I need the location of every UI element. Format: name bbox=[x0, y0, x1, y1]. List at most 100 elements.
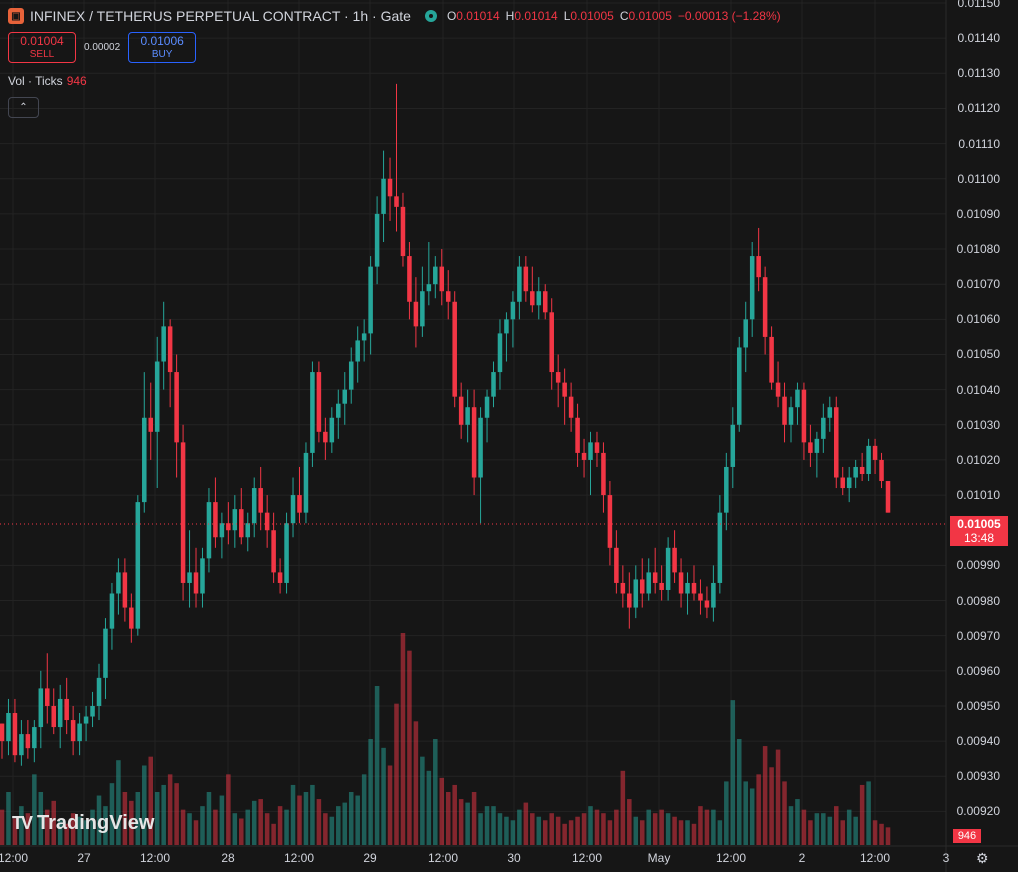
volume-bar bbox=[542, 820, 548, 845]
candle-body bbox=[109, 593, 115, 629]
volume-bar bbox=[601, 813, 606, 845]
candle-body bbox=[426, 284, 432, 292]
candle bbox=[581, 438, 587, 478]
candle-body bbox=[788, 407, 794, 425]
chevron-up-icon[interactable]: ⌃ bbox=[8, 97, 39, 118]
bar-countdown: 13:48 bbox=[963, 531, 995, 545]
volume-bar bbox=[711, 809, 716, 845]
chart-header: ▣ INFINEX / TETHERUS PERPETUAL CONTRACT … bbox=[8, 6, 781, 26]
candle bbox=[38, 670, 44, 749]
volume-bar bbox=[445, 792, 451, 845]
candle bbox=[284, 512, 289, 594]
candle bbox=[445, 270, 451, 320]
price-tick-label: 0.01150 bbox=[957, 0, 1001, 10]
candle-body bbox=[77, 723, 82, 742]
candle bbox=[148, 382, 154, 460]
candle bbox=[77, 713, 82, 756]
candle-body bbox=[277, 572, 283, 583]
price-tick-label: 0.01080 bbox=[956, 242, 1000, 257]
volume-bar bbox=[698, 806, 703, 845]
candle bbox=[426, 242, 432, 306]
candle-body bbox=[103, 628, 108, 678]
candle-body bbox=[484, 396, 490, 418]
candle-body bbox=[607, 495, 613, 548]
time-tick-label: 3 bbox=[942, 851, 950, 865]
candle-body bbox=[601, 452, 606, 496]
market-open-icon[interactable] bbox=[424, 10, 437, 22]
candle bbox=[549, 298, 554, 390]
candle bbox=[342, 372, 348, 425]
volume-bar bbox=[588, 806, 593, 845]
volume-bar bbox=[271, 823, 276, 845]
volume-bar bbox=[659, 809, 664, 845]
trade-panel: 0.01004 SELL 0.00002 0.01006 BUY bbox=[8, 32, 197, 63]
change-value: −0.00013 (−1.28%) bbox=[677, 9, 781, 23]
candle bbox=[736, 336, 742, 432]
candle-body bbox=[206, 502, 212, 559]
candle-body bbox=[853, 466, 858, 478]
buy-button[interactable]: 0.01006 BUY bbox=[128, 32, 197, 63]
price-tick-label: 0.00990 bbox=[956, 558, 1000, 573]
open-value: 0.01014 bbox=[456, 9, 500, 23]
candle-body bbox=[517, 266, 522, 302]
exchange-logo-icon[interactable]: ▣ bbox=[8, 8, 24, 24]
volume-bar bbox=[348, 792, 354, 845]
volume-bar bbox=[866, 781, 871, 845]
volume-bar bbox=[471, 792, 477, 845]
candle-body bbox=[303, 452, 309, 513]
candle-body bbox=[148, 417, 154, 432]
candle bbox=[808, 424, 813, 467]
time-tick-label: 30 bbox=[507, 851, 521, 865]
candle-body bbox=[154, 361, 160, 432]
volume-bar bbox=[665, 813, 671, 845]
candle bbox=[672, 530, 677, 583]
volume-bar bbox=[736, 739, 742, 845]
candle bbox=[795, 382, 800, 425]
candle-body bbox=[116, 572, 121, 594]
candle-body bbox=[724, 466, 729, 513]
volume-bar bbox=[491, 806, 496, 845]
candle-body bbox=[174, 372, 179, 443]
candle-body bbox=[433, 266, 438, 285]
candle bbox=[200, 547, 205, 608]
symbol-title[interactable]: INFINEX / TETHERUS PERPETUAL CONTRACT · … bbox=[30, 8, 411, 24]
volume-bar bbox=[620, 770, 626, 845]
candle-body bbox=[627, 593, 632, 608]
volume-legend[interactable]: Vol · Ticks 946 bbox=[8, 74, 87, 88]
tradingview-watermark[interactable]: TV TradingView bbox=[12, 812, 154, 835]
candle-body bbox=[491, 372, 496, 397]
sell-button[interactable]: 0.01004 SELL bbox=[8, 32, 76, 63]
volume-bar bbox=[504, 816, 509, 845]
candle-body bbox=[743, 319, 748, 348]
candle bbox=[25, 720, 31, 759]
candle-body bbox=[633, 579, 639, 608]
volume-bar bbox=[458, 799, 464, 845]
candle-body bbox=[232, 509, 238, 531]
candle bbox=[6, 698, 11, 756]
tradingview-logo-icon: TV bbox=[12, 813, 33, 833]
volume-bar bbox=[840, 820, 845, 845]
volume-bar bbox=[394, 703, 399, 845]
price-tick-label: 0.01060 bbox=[956, 312, 1000, 327]
candle-body bbox=[187, 572, 192, 583]
settings-gear-icon[interactable]: ⚙ bbox=[976, 850, 989, 867]
candle bbox=[226, 502, 231, 545]
candle-body bbox=[542, 291, 548, 313]
candle-body bbox=[646, 572, 651, 594]
candle bbox=[588, 431, 593, 496]
candle bbox=[109, 582, 115, 650]
candle bbox=[329, 407, 335, 453]
candle bbox=[271, 512, 276, 583]
chart-canvas[interactable] bbox=[0, 0, 1018, 872]
candle bbox=[323, 417, 328, 460]
candle-body bbox=[400, 206, 406, 257]
price-tick-label: 0.01010 bbox=[956, 488, 1000, 503]
volume-bar bbox=[355, 795, 360, 845]
volume-bar bbox=[536, 816, 542, 845]
candle-body bbox=[45, 688, 50, 706]
candle-body bbox=[568, 396, 574, 418]
price-tick-label: 0.01020 bbox=[956, 452, 1000, 467]
candle-body bbox=[614, 547, 619, 583]
candle bbox=[665, 537, 671, 601]
volume-bar bbox=[685, 820, 690, 845]
